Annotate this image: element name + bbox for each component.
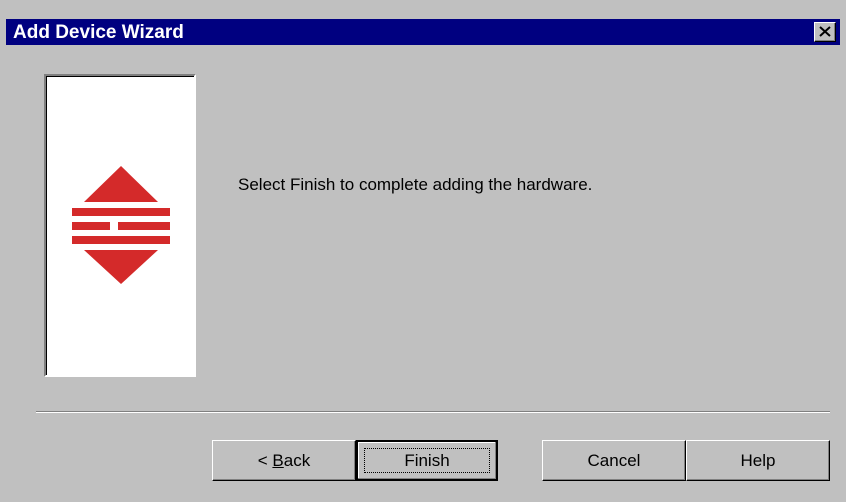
- back-button-rest: ack: [283, 450, 311, 470]
- title-bar: Add Device Wizard: [6, 19, 840, 45]
- back-button[interactable]: < Back: [212, 440, 356, 481]
- finish-button[interactable]: Finish: [356, 440, 498, 481]
- back-button-prefix: <: [257, 450, 273, 470]
- logo-top-triangle: [84, 166, 158, 202]
- cancel-button-label: Cancel: [587, 450, 641, 470]
- wizard-image-panel: [44, 74, 196, 377]
- focus-ring: [364, 448, 490, 473]
- help-button-label: Help: [740, 450, 776, 470]
- back-button-mnemonic: B: [272, 450, 284, 470]
- wizard-message: Select Finish to complete adding the har…: [238, 175, 593, 194]
- close-icon: [819, 26, 831, 37]
- help-button[interactable]: Help: [686, 440, 830, 481]
- wizard-logo-icon: [72, 166, 170, 284]
- separator: [36, 411, 830, 413]
- close-button[interactable]: [814, 22, 836, 42]
- logo-bottom-triangle: [84, 250, 158, 284]
- cancel-button[interactable]: Cancel: [542, 440, 686, 481]
- add-device-wizard-window: Add Device Wizard Select Finish to compl…: [0, 0, 846, 502]
- window-title: Add Device Wizard: [13, 22, 184, 43]
